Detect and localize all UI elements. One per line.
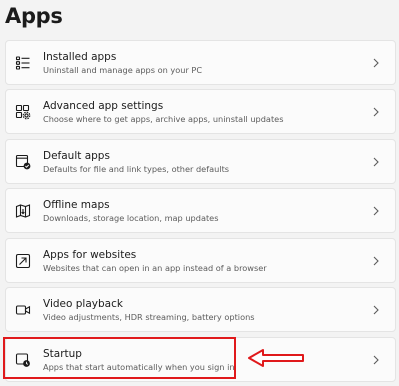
item-title: Video playback (43, 298, 123, 310)
chevron-right-icon (371, 205, 381, 217)
chevron-right-icon (371, 156, 381, 168)
apps-for-websites-icon (15, 253, 31, 269)
chevron-right-icon (371, 255, 381, 267)
chevron-right-icon (371, 57, 381, 69)
item-title: Offline maps (43, 199, 110, 211)
advanced-app-settings-icon (15, 104, 31, 120)
item-title: Installed apps (43, 51, 117, 63)
item-title: Apps for websites (43, 249, 137, 261)
item-description: Downloads, storage location, map updates (43, 213, 219, 223)
installed-apps-item[interactable]: Installed apps Uninstall and manage apps… (5, 40, 396, 85)
advanced-app-settings-item[interactable]: Advanced app settings Choose where to ge… (5, 89, 396, 134)
item-description: Defaults for file and link types, other … (43, 164, 230, 174)
item-description: Websites that can open in an app instead… (43, 263, 267, 273)
offline-maps-item[interactable]: Offline maps Downloads, storage location… (5, 188, 396, 233)
default-apps-icon (15, 154, 31, 170)
chevron-right-icon (371, 106, 381, 118)
item-title: Advanced app settings (43, 100, 164, 112)
page-title: Apps (5, 4, 63, 28)
chevron-right-icon (371, 354, 381, 366)
offline-maps-icon (15, 203, 31, 219)
item-description: Choose where to get apps, archive apps, … (43, 114, 284, 124)
highlight-box (3, 337, 236, 379)
video-playback-icon (15, 302, 31, 318)
chevron-right-icon (371, 304, 381, 316)
item-description: Uninstall and manage apps on your PC (43, 65, 203, 75)
item-description: Video adjustments, HDR streaming, batter… (43, 312, 255, 322)
red-arrow-icon (247, 348, 305, 368)
apps-for-websites-item[interactable]: Apps for websites Websites that can open… (5, 238, 396, 283)
default-apps-item[interactable]: Default apps Defaults for file and link … (5, 139, 396, 184)
installed-apps-icon (15, 55, 31, 71)
video-playback-item[interactable]: Video playback Video adjustments, HDR st… (5, 287, 396, 332)
item-title: Default apps (43, 150, 110, 162)
